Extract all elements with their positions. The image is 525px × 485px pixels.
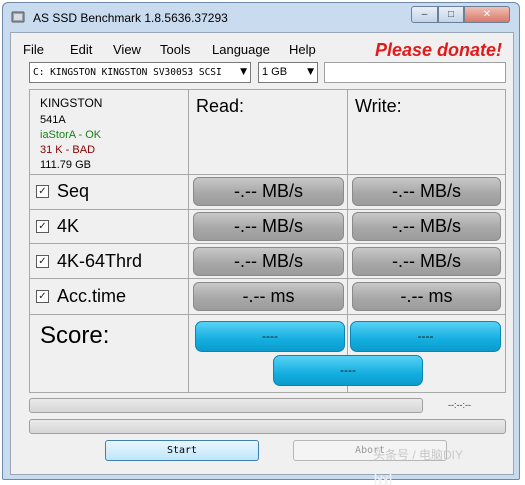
score-label: Score: [40, 322, 110, 349]
test-row-acc-time[interactable]: ✓ Acc.time [36, 284, 126, 308]
seq-write-result: -.-- MB/s [352, 177, 501, 206]
title-bar[interactable]: AS SSD Benchmark 1.8.5636.37293 – □ ✕ [3, 3, 519, 31]
4k-write-result: -.-- MB/s [352, 212, 501, 241]
alignment-status: 31 K - BAD [40, 144, 96, 156]
menu-file[interactable]: File [23, 42, 44, 57]
test-size-value: 1 GB [262, 66, 288, 78]
grid-divider [188, 90, 189, 392]
client-area: File Edit View Tools Language Help Pleas… [10, 32, 514, 475]
donate-link[interactable]: Please donate! [375, 40, 502, 61]
drive-firmware: 541A [40, 114, 66, 126]
menu-view[interactable]: View [113, 42, 141, 57]
test-size-select[interactable]: 1 GB ▼ [258, 62, 318, 83]
test-row-4k[interactable]: ✓ 4K [36, 214, 79, 238]
grid-divider [30, 314, 505, 315]
acc-time-write-result: -.-- ms [352, 282, 501, 311]
window-title: AS SSD Benchmark 1.8.5636.37293 [33, 11, 228, 25]
test-label: 4K [57, 215, 80, 236]
close-button[interactable]: ✕ [464, 6, 510, 23]
test-label: Acc.time [57, 285, 127, 306]
drive-select-value: C: KINGSTON KINGSTON SV300S3 SCSI [33, 67, 222, 78]
watermark-left: 头条号 / 电脑DIY [373, 448, 463, 462]
seq-checkbox[interactable]: ✓ [36, 184, 49, 198]
seq-read-result: -.-- MB/s [193, 177, 344, 206]
total-score: ---- [273, 355, 423, 386]
test-label: 4K-64Thrd [57, 250, 143, 271]
4k-64thrd-checkbox[interactable]: ✓ [36, 254, 49, 268]
menu-tools[interactable]: Tools [160, 42, 190, 57]
progress-bar-total [29, 419, 506, 434]
test-row-4k-64thrd[interactable]: ✓ 4K-64Thrd [36, 249, 142, 273]
watermark: 头条号 / 电脑DIY 什龙网 [373, 436, 525, 485]
grid-divider [30, 209, 505, 210]
progress-bar-current [29, 398, 423, 413]
write-column-header: Write: [355, 96, 402, 116]
drive-name: KINGSTON [40, 96, 103, 110]
read-score: ---- [195, 321, 345, 352]
grid-divider [30, 174, 505, 175]
acc-time-read-result: -.-- ms [193, 282, 344, 311]
4k-64thrd-write-result: -.-- MB/s [352, 247, 501, 276]
write-score: ---- [350, 321, 501, 352]
menu-language[interactable]: Language [212, 42, 270, 57]
menu-edit[interactable]: Edit [70, 42, 92, 57]
grid-divider [30, 278, 505, 279]
start-button[interactable]: Start [105, 440, 259, 461]
grid-divider [30, 243, 505, 244]
4k-checkbox[interactable]: ✓ [36, 219, 49, 233]
menu-bar: File Edit View Tools Language Help Pleas… [11, 33, 513, 60]
acc-time-checkbox[interactable]: ✓ [36, 289, 49, 303]
test-row-seq[interactable]: ✓ Seq [36, 179, 89, 203]
app-icon [11, 11, 25, 23]
elapsed-time: --:--:-- [448, 400, 471, 410]
drive-select[interactable]: C: KINGSTON KINGSTON SV300S3 SCSI ▼ [29, 62, 251, 83]
menu-help[interactable]: Help [289, 42, 316, 57]
drive-capacity: 111.79 GB [40, 159, 91, 171]
blank-field [324, 62, 506, 83]
4k-64thrd-read-result: -.-- MB/s [193, 247, 344, 276]
app-window: AS SSD Benchmark 1.8.5636.37293 – □ ✕ Fi… [2, 2, 520, 480]
read-column-header: Read: [196, 96, 245, 116]
driver-status: iaStorA - OK [40, 129, 102, 141]
chevron-down-icon: ▼ [240, 67, 247, 77]
results-grid: KINGSTON 541A iaStorA - OK 31 K - BAD 11… [29, 89, 506, 393]
minimize-button[interactable]: – [411, 6, 438, 23]
maximize-button[interactable]: □ [438, 6, 464, 23]
chevron-down-icon: ▼ [307, 67, 314, 77]
test-label: Seq [57, 180, 90, 201]
4k-read-result: -.-- MB/s [193, 212, 344, 241]
grid-divider [347, 90, 348, 392]
